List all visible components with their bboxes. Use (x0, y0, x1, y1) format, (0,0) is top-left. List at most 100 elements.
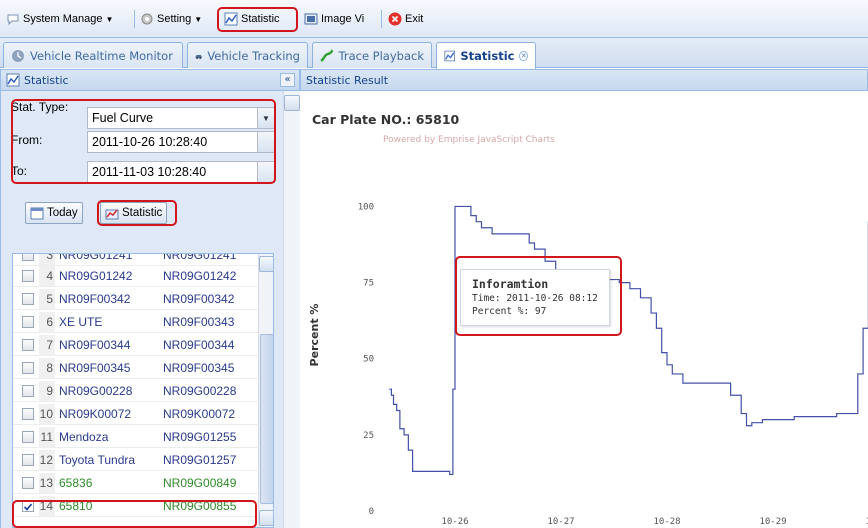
row-checkbox[interactable] (22, 270, 34, 282)
scroll-thumb[interactable] (260, 334, 273, 504)
tab-trace-playback[interactable]: Trace Playback (312, 42, 432, 68)
highlight-selected-vehicle (12, 500, 257, 528)
vehicle-name: NR09F00342 (59, 292, 131, 306)
row-checkbox[interactable] (22, 385, 34, 397)
today-button[interactable]: Today (25, 202, 83, 224)
x-tick-label: 10-29 (759, 517, 786, 527)
row-checkbox[interactable] (22, 362, 34, 374)
tab-vehicle-tracking[interactable]: Vehicle Tracking (187, 42, 308, 68)
system-manage-label: System Manage (23, 13, 103, 25)
today-label: Today (47, 207, 78, 219)
statistic-panel-header: Statistic « (0, 69, 300, 91)
list-item[interactable]: 9 NR09G00228 NR09G00228 (13, 381, 259, 402)
chart-icon (444, 50, 455, 62)
close-tab-icon[interactable]: ✕ (519, 51, 528, 61)
y-tick-label: 50 (363, 355, 374, 365)
result-panel-title: Statistic Result (306, 73, 389, 87)
close-icon (388, 12, 402, 26)
vehicle-plate: NR09G01241 (163, 253, 237, 262)
list-item[interactable]: 8 NR09F00345 NR09F00345 (13, 358, 259, 379)
dropdown-arrow-icon: ▼ (194, 14, 203, 24)
scroll-up-button[interactable] (259, 256, 273, 272)
gear-icon (141, 13, 153, 25)
row-checkbox[interactable] (22, 477, 34, 489)
list-item[interactable]: 4 NR09G01242 NR09G01242 (13, 266, 259, 287)
vehicle-plate: NR09F00343 (163, 315, 235, 329)
route-icon (320, 48, 334, 62)
tab-vehicle-realtime-monitor[interactable]: Vehicle Realtime Monitor (3, 42, 183, 68)
list-scrollbar[interactable] (258, 254, 273, 527)
row-number: 9 (39, 381, 55, 401)
tab-label: Vehicle Tracking (207, 48, 300, 63)
list-item[interactable]: 7 NR09F00344 NR09F00344 (13, 335, 259, 356)
row-number: 11 (39, 427, 55, 447)
vehicle-plate: NR09G01242 (163, 269, 237, 283)
y-tick-label: 0 (369, 507, 374, 517)
tab-label: Vehicle Realtime Monitor (30, 48, 173, 63)
system-manage-menu[interactable]: System Manage ▼ (6, 9, 113, 29)
row-number: 13 (39, 473, 55, 493)
form-scrollbar[interactable] (283, 91, 300, 528)
vehicle-name: NR09G01241 (59, 253, 133, 262)
collapse-panel-button[interactable]: « (280, 73, 295, 87)
image-view-menu[interactable]: Image Vi (304, 9, 364, 29)
vehicle-name: XE UTE (59, 315, 103, 329)
row-checkbox[interactable] (22, 316, 34, 328)
vehicle-plate: NR09F00345 (163, 361, 235, 375)
scroll-up-button[interactable] (284, 95, 300, 111)
tab-label: Statistic (460, 49, 515, 63)
scroll-down-button[interactable] (259, 510, 273, 526)
list-item[interactable]: 12 Toyota Tundra NR09G01257 (13, 450, 259, 471)
row-number: 5 (39, 289, 55, 309)
highlight-tooltip (455, 256, 622, 336)
vehicle-name: NR09F00345 (59, 361, 131, 375)
highlight-statistic-menu (217, 7, 298, 32)
vehicle-name: NR09F00344 (59, 338, 131, 352)
highlight-statistic-button (97, 200, 177, 226)
x-tick-label: 10-27 (547, 517, 574, 527)
y-tick-label: 100 (358, 202, 374, 212)
main-toolbar: System Manage ▼ Setting ▼ Statistic Imag… (0, 0, 868, 38)
tab-label: Trace Playback (338, 48, 424, 63)
row-number: 8 (39, 358, 55, 378)
toolbar-separator (134, 10, 135, 28)
row-checkbox[interactable] (22, 431, 34, 443)
result-panel-header: Statistic Result (300, 69, 868, 91)
vehicle-plate: NR09F00344 (163, 338, 235, 352)
list-item[interactable]: 13 65836 NR09G00849 (13, 473, 259, 494)
list-item[interactable]: 10 NR09K00072 NR09K00072 (13, 404, 259, 425)
vehicle-list: 3 NR09G01241 NR09G01241 4 NR09G01242 NR0… (12, 253, 274, 528)
list-item[interactable]: 6 XE UTE NR09F00343 (13, 312, 259, 333)
vehicle-plate: NR09G00228 (163, 384, 237, 398)
clock-icon (12, 49, 24, 62)
row-checkbox[interactable] (22, 408, 34, 420)
vehicle-name: 65836 (59, 476, 93, 490)
row-checkbox[interactable] (22, 339, 34, 351)
chat-bubble-icon (7, 14, 19, 26)
row-checkbox[interactable] (22, 293, 34, 305)
row-checkbox[interactable] (22, 454, 34, 466)
chart-icon (6, 73, 20, 87)
list-item[interactable]: 11 Mendoza NR09G01255 (13, 427, 259, 448)
exit-label: Exit (405, 13, 424, 25)
image-view-label: Image Vi (321, 13, 365, 25)
tab-statistic[interactable]: Statistic ✕ (436, 42, 536, 69)
image-icon (304, 13, 318, 25)
calendar-icon (30, 207, 44, 220)
highlight-form-fields (11, 99, 276, 184)
setting-label: Setting (157, 13, 192, 25)
vehicle-name: Toyota Tundra (59, 453, 136, 467)
list-item[interactable]: 5 NR09F00342 NR09F00342 (13, 289, 259, 310)
setting-menu[interactable]: Setting ▼ (140, 9, 202, 29)
y-axis-label: Percent % (308, 304, 321, 367)
row-number: 7 (39, 335, 55, 355)
list-item[interactable]: 3 NR09G01241 NR09G01241 (13, 253, 259, 266)
dropdown-arrow-icon: ▼ (105, 14, 114, 24)
exit-button[interactable]: Exit (388, 9, 423, 29)
row-checkbox[interactable] (22, 254, 34, 261)
tab-strip: Vehicle Realtime Monitor Vehicle Trackin… (0, 38, 868, 69)
toolbar-separator (381, 10, 382, 28)
vehicle-plate: NR09F00342 (163, 292, 235, 306)
x-tick-label: 10-26 (441, 517, 468, 527)
row-number: 10 (39, 404, 55, 424)
